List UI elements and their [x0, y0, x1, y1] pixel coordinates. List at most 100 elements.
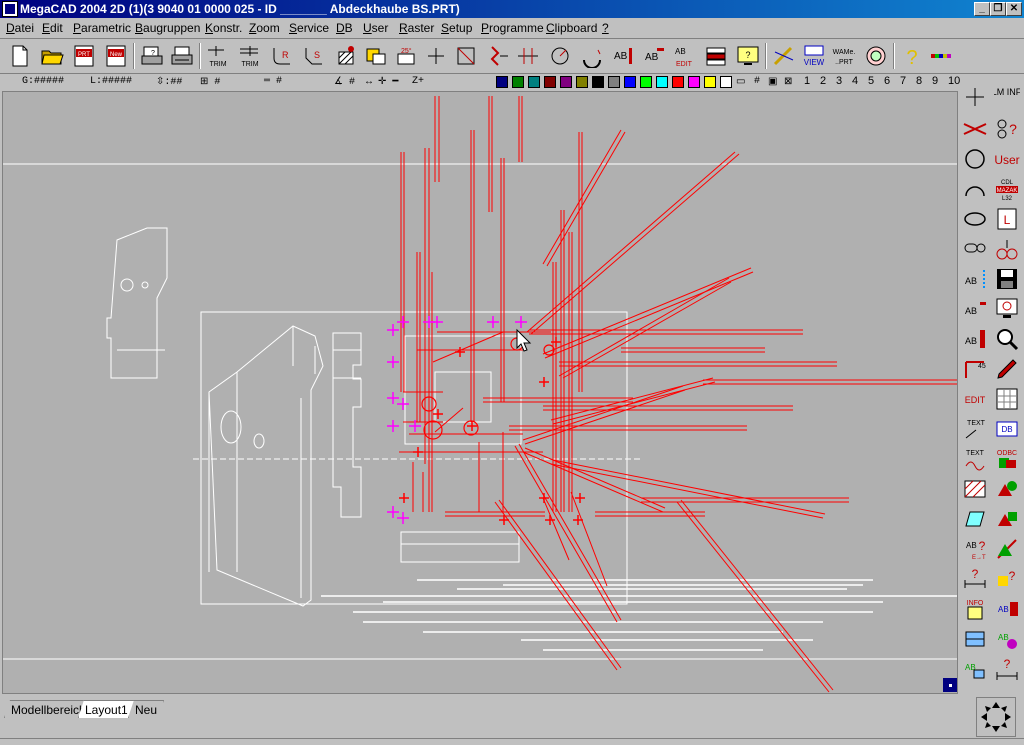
menu-konstr[interactable]: Konstr. — [205, 21, 242, 35]
text-dash-icon[interactable]: AB — [960, 294, 990, 324]
divide-icon[interactable] — [514, 42, 542, 70]
text-block-icon[interactable]: AB — [960, 324, 990, 354]
mirror-icon[interactable]: 25° — [392, 42, 420, 70]
hatch-icon[interactable] — [332, 42, 360, 70]
tab-neu[interactable]: Neu — [128, 700, 164, 718]
open-folder-icon[interactable] — [38, 42, 66, 70]
view-icon[interactable]: VIEW — [800, 42, 828, 70]
dimension-icon[interactable]: 45 — [960, 354, 990, 384]
color-swatch[interactable] — [640, 76, 652, 88]
color-swatch[interactable] — [624, 76, 636, 88]
block-icon[interactable] — [960, 624, 990, 654]
break-icon[interactable] — [484, 42, 512, 70]
tab-layout1[interactable]: Layout1 — [78, 700, 135, 718]
text-icon[interactable]: AB — [608, 42, 636, 70]
rectangle-icon[interactable] — [452, 42, 480, 70]
arc-icon[interactable] — [578, 42, 606, 70]
move-icon[interactable]: ↔ ✛ ━ — [366, 76, 398, 88]
zoom-icon[interactable] — [992, 324, 1022, 354]
color-swatch[interactable] — [560, 76, 572, 88]
line-field[interactable]: ═ # — [264, 76, 282, 87]
info-icon[interactable]: INFO — [960, 594, 990, 624]
text-line-icon[interactable]: AB — [960, 264, 990, 294]
slot-icon[interactable] — [960, 234, 990, 264]
l-field[interactable]: L:##### — [90, 76, 132, 87]
hatch-fill-icon[interactable] — [960, 474, 990, 504]
layout-icon[interactable] — [862, 42, 890, 70]
print-preview-icon[interactable]: ? — [138, 42, 166, 70]
layer-icon[interactable] — [702, 42, 730, 70]
layer-button[interactable]: 7 — [900, 75, 906, 87]
color-swatch[interactable] — [496, 76, 508, 88]
grid-icon[interactable] — [992, 384, 1022, 414]
color-swatch[interactable] — [672, 76, 684, 88]
circle-icon[interactable] — [960, 144, 990, 174]
point-icon[interactable] — [422, 42, 450, 70]
zero-field[interactable]: Z+ — [412, 76, 424, 87]
query-shapes-icon[interactable]: ? — [992, 564, 1022, 594]
sheet-icon[interactable] — [960, 504, 990, 534]
layer-button[interactable]: 1 — [804, 75, 810, 87]
measure-query-icon[interactable]: ? — [992, 654, 1022, 684]
color-swatch[interactable] — [528, 76, 540, 88]
pan-navigator[interactable] — [976, 697, 1016, 737]
layer-button[interactable]: 9 — [932, 75, 938, 87]
layer-box-icon[interactable]: ▣ — [768, 76, 777, 88]
text-edit-icon[interactable]: AB — [640, 42, 668, 70]
color-swatch[interactable] — [688, 76, 700, 88]
color-swatch[interactable] — [720, 76, 732, 88]
menu-raster[interactable]: Raster — [399, 21, 434, 35]
app-icon[interactable] — [2, 1, 18, 17]
menu-clipboard[interactable]: Clipboard — [546, 21, 597, 35]
user-icon[interactable]: User — [992, 144, 1022, 174]
close-button[interactable]: ✕ — [1006, 2, 1022, 16]
delete-shapes-icon[interactable] — [992, 534, 1022, 564]
edit-text-icon[interactable]: AB EDIT — [670, 42, 698, 70]
layer-button[interactable]: 6 — [884, 75, 890, 87]
scale-field[interactable]: ⇳:## — [156, 76, 182, 88]
intersect-icon[interactable] — [960, 114, 990, 144]
help-icon[interactable]: ? — [898, 42, 926, 70]
spline-icon[interactable] — [992, 234, 1022, 264]
color-swatch[interactable] — [576, 76, 588, 88]
chamfer-icon[interactable]: S — [300, 42, 328, 70]
menu-zoom[interactable]: Zoom — [249, 21, 280, 35]
maximize-button[interactable]: ❐ — [990, 2, 1006, 16]
menu-datei[interactable]: Datei — [6, 21, 34, 35]
menu-edit[interactable]: Edit — [42, 21, 63, 35]
new-prt-icon[interactable]: New — [102, 42, 130, 70]
group-icon[interactable] — [362, 42, 390, 70]
open-prt-icon[interactable]: PRT — [70, 42, 98, 70]
l-sheet-icon[interactable]: L — [992, 204, 1022, 234]
trim-icon[interactable]: TRIM — [204, 42, 232, 70]
color-bar-icon[interactable] — [928, 42, 956, 70]
shapes-icon[interactable] — [992, 474, 1022, 504]
layer-cross-icon[interactable]: ⊠ — [784, 76, 792, 88]
new-file-icon[interactable] — [6, 42, 34, 70]
layer-button[interactable]: 4 — [852, 75, 858, 87]
edit-text-question-icon[interactable]: AB? E→T — [960, 534, 990, 564]
menu-programme[interactable]: Programme — [481, 21, 544, 35]
g-field[interactable]: G:##### — [22, 76, 64, 87]
layer-button[interactable]: 2 — [820, 75, 826, 87]
grid-field[interactable]: ⊞ # — [200, 76, 220, 88]
menu-baugruppen[interactable]: Baugruppen — [135, 21, 200, 35]
rounding-icon[interactable]: R — [268, 42, 296, 70]
search-elem-icon[interactable]: ? — [992, 114, 1022, 144]
menu-user[interactable]: User — [363, 21, 388, 35]
color-swatch[interactable] — [544, 76, 556, 88]
add-point-icon[interactable] — [960, 82, 990, 112]
screen-icon[interactable]: ? — [734, 42, 762, 70]
color-swatch[interactable] — [704, 76, 716, 88]
layer-grid-icon[interactable]: # — [754, 76, 760, 87]
layer-button[interactable]: 5 — [868, 75, 874, 87]
text-stack-icon[interactable]: AB — [992, 594, 1022, 624]
layer-button[interactable]: 3 — [836, 75, 842, 87]
layer-button[interactable]: 10 — [948, 75, 960, 87]
wame-prt-icon[interactable]: WAMe. ..PRT — [830, 42, 858, 70]
menu-service[interactable]: Service — [289, 21, 329, 35]
minimize-button[interactable]: _ — [974, 2, 990, 16]
pen-icon[interactable] — [770, 42, 798, 70]
text-arrow-icon[interactable]: TEXT — [960, 414, 990, 444]
color-swatch[interactable] — [608, 76, 620, 88]
